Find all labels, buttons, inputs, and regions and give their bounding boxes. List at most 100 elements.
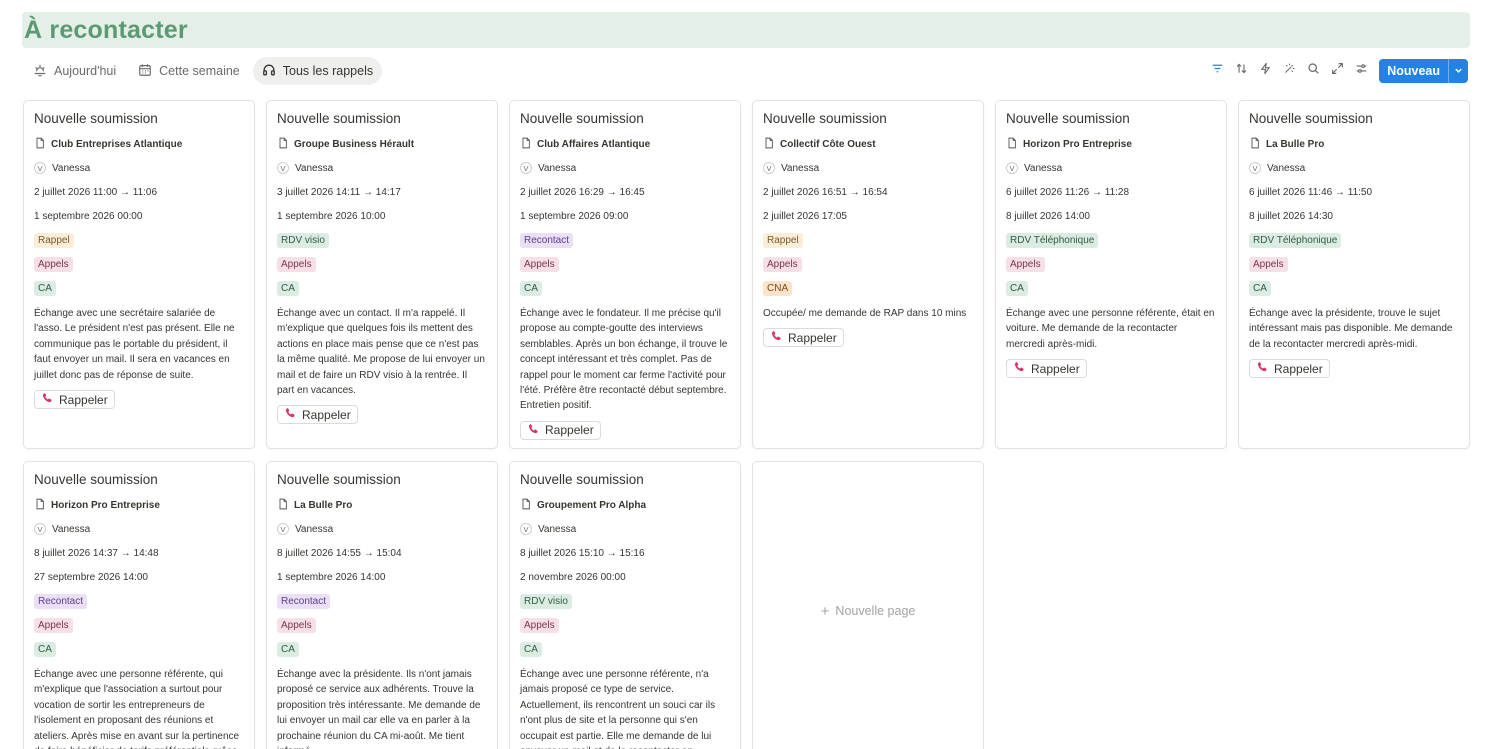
page-icon — [277, 498, 294, 513]
card-title[interactable]: Nouvelle soumission — [520, 471, 730, 489]
card-recall-date: 2 novembre 2026 00:00 — [520, 571, 626, 583]
group-badge: CA — [34, 280, 56, 296]
call-back-button[interactable]: Rappeler — [34, 390, 115, 410]
card-person: V Vanessa — [520, 517, 730, 541]
ai-button[interactable] — [1277, 59, 1301, 83]
person-name: Vanessa — [295, 162, 334, 174]
card-organization[interactable]: Horizon Pro Entreprise — [1006, 132, 1216, 156]
card-type: Appels — [277, 613, 487, 637]
card-person: V Vanessa — [1006, 156, 1216, 180]
gallery-card[interactable]: Nouvelle soumission Groupe Business Hérau… — [266, 100, 498, 449]
card-type: Appels — [763, 252, 973, 276]
card-title[interactable]: Nouvelle soumission — [34, 471, 244, 489]
card-organization[interactable]: Collectif Côte Ouest — [763, 132, 973, 156]
gallery-card[interactable]: Nouvelle soumission Groupement Pro Alpha V… — [509, 461, 741, 749]
phone-icon — [527, 423, 539, 438]
card-call-date: 2 juillet 2026 16:51 → 16:54 — [763, 186, 888, 198]
status-badge: Rappel — [34, 232, 74, 248]
status-badge: Recontact — [277, 593, 331, 609]
card-organization[interactable]: Horizon Pro Entreprise — [34, 493, 244, 517]
gallery-card[interactable]: Nouvelle soumission La Bulle Pro V Vanessa 8… — [266, 461, 498, 749]
status-badge: Recontact — [34, 593, 88, 609]
type-badge: Appels — [34, 617, 73, 633]
card-recall-date: 1 septembre 2026 09:00 — [520, 210, 629, 222]
tab-today[interactable]: Aujourd'hui — [24, 57, 125, 85]
phone-icon — [41, 392, 53, 407]
type-badge: Appels — [277, 617, 316, 633]
organization-name: Horizon Pro Entreprise — [51, 499, 160, 511]
person-name: Vanessa — [1267, 162, 1306, 174]
type-badge: Appels — [1006, 256, 1045, 272]
card-call-date: 2 juillet 2026 11:00 → 11:06 — [34, 186, 158, 198]
card-group: CA — [34, 637, 244, 661]
sort-button[interactable] — [1229, 59, 1253, 83]
avatar: V — [34, 523, 46, 535]
call-back-button[interactable]: Rappeler — [277, 405, 358, 425]
card-type: Appels — [1249, 252, 1459, 276]
card-recall-date: 1 septembre 2026 14:00 — [277, 571, 386, 583]
card-type: Appels — [34, 252, 244, 276]
card-title[interactable]: Nouvelle soumission — [1006, 110, 1216, 128]
gallery-card[interactable]: Nouvelle soumission Horizon Pro Entrepris… — [23, 461, 255, 749]
settings-sliders-icon — [1355, 62, 1368, 80]
new-button[interactable]: Nouveau — [1379, 59, 1468, 83]
card-organization[interactable]: La Bulle Pro — [277, 493, 487, 517]
card-person: V Vanessa — [1249, 156, 1459, 180]
person-name: Vanessa — [1024, 162, 1063, 174]
card-status: RDV Téléphonique — [1249, 228, 1459, 252]
search-button[interactable] — [1301, 59, 1325, 83]
new-dropdown-button[interactable] — [1448, 59, 1468, 83]
lightning-icon — [1259, 62, 1272, 80]
avatar: V — [277, 162, 289, 174]
tab-this-week[interactable]: Cette semaine — [129, 57, 249, 85]
card-call-date: 8 juillet 2026 14:55 → 15:04 — [277, 547, 402, 559]
card-title[interactable]: Nouvelle soumission — [277, 110, 487, 128]
page-icon — [1006, 137, 1023, 152]
automation-button[interactable] — [1253, 59, 1277, 83]
card-note: Échange avec une personne référente, qui… — [34, 669, 240, 749]
card-note: Échange avec la présidente. Ils n'ont ja… — [277, 669, 481, 749]
chevron-down-icon — [1454, 62, 1463, 80]
card-group: CA — [277, 637, 487, 661]
card-recall-date: 27 septembre 2026 14:00 — [34, 571, 148, 583]
card-recall-date: 1 septembre 2026 10:00 — [277, 210, 386, 222]
gallery-card[interactable]: Nouvelle soumission Horizon Pro Entrepris… — [995, 100, 1227, 449]
gallery-card[interactable]: Nouvelle soumission Club Entreprises Atla… — [23, 100, 255, 449]
card-status: Rappel — [763, 228, 973, 252]
gallery-card[interactable]: Nouvelle soumission Club Affaires Atlanti… — [509, 100, 741, 449]
tab-today-label: Aujourd'hui — [54, 64, 117, 78]
filter-button[interactable] — [1205, 59, 1229, 83]
organization-name: La Bulle Pro — [1266, 138, 1325, 150]
card-title[interactable]: Nouvelle soumission — [520, 110, 730, 128]
card-title[interactable]: Nouvelle soumission — [763, 110, 973, 128]
card-organization[interactable]: La Bulle Pro — [1249, 132, 1459, 156]
card-organization[interactable]: Groupement Pro Alpha — [520, 493, 730, 517]
card-title[interactable]: Nouvelle soumission — [1249, 110, 1459, 128]
card-organization[interactable]: Club Affaires Atlantique — [520, 132, 730, 156]
new-page-label: Nouvelle page — [835, 604, 916, 618]
gallery-card[interactable]: Nouvelle soumission Collectif Côte Ouest V… — [752, 100, 984, 449]
call-back-button[interactable]: Rappeler — [520, 420, 601, 440]
group-badge: CA — [277, 280, 299, 296]
group-badge: CNA — [763, 280, 793, 296]
call-back-button[interactable]: Rappeler — [763, 328, 844, 348]
new-page-card[interactable]: + Nouvelle page — [752, 461, 984, 749]
card-status: Recontact — [34, 589, 244, 613]
person-name: Vanessa — [538, 523, 577, 535]
call-back-button[interactable]: Rappeler — [1249, 359, 1330, 379]
card-note: Échange avec la présidente, trouve le su… — [1249, 308, 1453, 350]
card-recall-date: 2 juillet 2026 17:05 — [763, 210, 847, 222]
card-organization[interactable]: Groupe Business Hérault — [277, 132, 487, 156]
gallery-card[interactable]: Nouvelle soumission La Bulle Pro V Vanessa 6… — [1238, 100, 1470, 449]
card-title[interactable]: Nouvelle soumission — [277, 471, 487, 489]
card-group: CA — [34, 276, 244, 300]
new-button-label[interactable]: Nouveau — [1379, 59, 1448, 83]
call-back-label: Rappeler — [1274, 361, 1323, 376]
page-icon — [277, 137, 294, 152]
tab-all-calls[interactable]: Tous les rappels — [252, 57, 383, 85]
card-title[interactable]: Nouvelle soumission — [34, 110, 244, 128]
expand-button[interactable] — [1325, 59, 1349, 83]
settings-button[interactable] — [1349, 59, 1373, 83]
card-organization[interactable]: Club Entreprises Atlantique — [34, 132, 244, 156]
call-back-button[interactable]: Rappeler — [1006, 359, 1087, 379]
